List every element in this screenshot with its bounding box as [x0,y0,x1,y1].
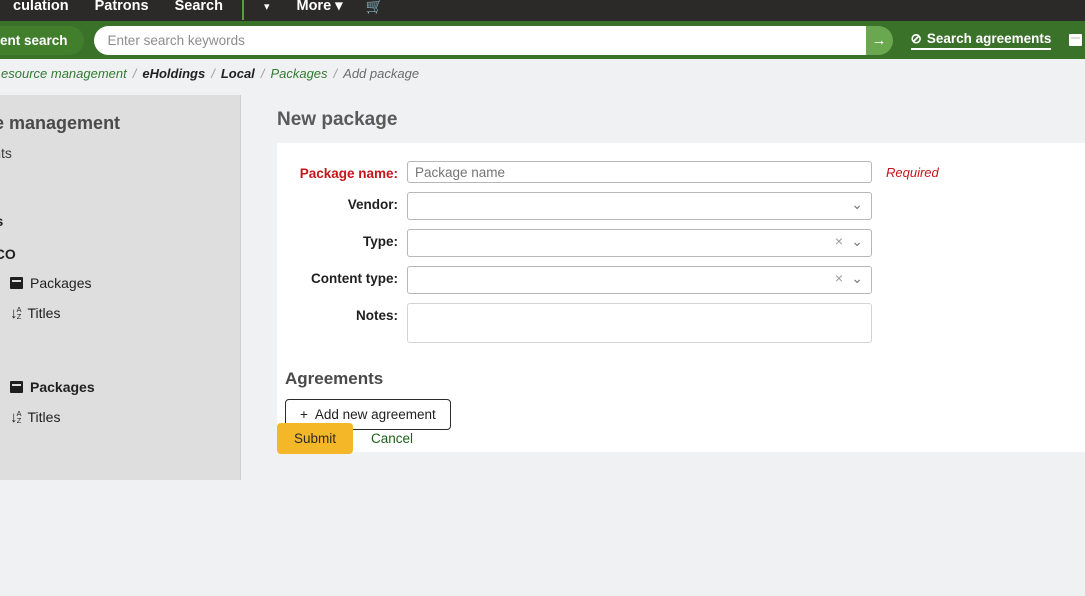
field-row-vendor: Vendor: ⌄ [277,192,1085,220]
clear-icon[interactable]: × [835,271,843,285]
main-content: New package Package name: Required Vendo… [241,87,1085,596]
breadcrumb-resource-management[interactable]: esource management [1,66,127,81]
page-title: New package [241,87,1085,141]
search-bar: ment search → ⊘ Search agreements Sea [0,21,1085,59]
notes-textarea[interactable] [407,303,872,343]
sidebar-item-local-packages[interactable]: Packages [0,372,240,402]
package-icon [10,277,23,289]
breadcrumb-separator: / [261,66,265,81]
chevron-down-icon[interactable]: ▾ [250,0,284,13]
field-row-content-type: Content type: × ⌄ [277,266,1085,294]
nav-item-circulation[interactable]: culation [0,0,82,17]
package-icon [1069,34,1082,46]
chevron-down-icon: ▾ [335,0,342,14]
search-packages-link[interactable]: Sea [1069,32,1085,48]
notes-control [407,303,872,348]
form-actions: Submit Cancel [277,423,417,454]
sidebar-item-label: Packages [30,275,91,291]
vendor-control: ⌄ [407,192,872,220]
breadcrumb-separator: / [211,66,215,81]
sidebar-item-ebsco-packages[interactable]: Packages [0,268,240,298]
breadcrumb: esource management / eHoldings / Local /… [0,59,1085,87]
breadcrumb-add-package: Add package [343,66,419,81]
sidebar-title: urce management [0,111,240,136]
search-agreements-label: Search agreements [927,31,1052,46]
breadcrumb-eholdings[interactable]: eHoldings [142,66,205,81]
search-agreements-link[interactable]: ⊘ Search agreements [911,31,1052,50]
agreements-heading: Agreements [277,357,1085,395]
content-type-label: Content type: [277,266,407,286]
add-new-agreement-label: Add new agreement [315,407,436,422]
notes-label: Notes: [277,303,407,323]
content-type-select[interactable] [407,266,872,294]
sidebar-group-local: ocal [0,342,240,372]
submit-button[interactable]: Submit [277,423,353,454]
search-scope-pill[interactable]: ment search [0,26,84,55]
type-select[interactable] [407,229,872,257]
sidebar-item-licenses[interactable]: nses [0,170,240,204]
search-input[interactable] [94,26,866,55]
breadcrumb-packages[interactable]: Packages [270,66,327,81]
search-input-wrapper [94,26,866,55]
search-submit-arrow-icon[interactable]: → [866,26,893,55]
nav-item-patrons[interactable]: Patrons [82,0,162,17]
sidebar-item-agreements[interactable]: ements [0,136,240,170]
field-row-package-name: Package name: Required [277,161,1085,183]
type-label: Type: [277,229,407,249]
titles-az-icon: ↓AZ [10,410,21,425]
vendor-select[interactable] [407,192,872,220]
type-control: × ⌄ [407,229,872,257]
shopping-cart-icon[interactable]: 🛒 [355,0,392,15]
package-name-label: Package name: [277,161,407,181]
breadcrumb-local[interactable]: Local [221,66,255,81]
field-row-notes: Notes: [277,303,1085,348]
sidebar-item-label: Titles [28,305,61,321]
sidebar-item-local-titles[interactable]: ↓AZ Titles [0,402,240,432]
sidebar-item-eholdings[interactable]: dings [0,204,240,238]
package-name-required-note: Required [886,161,939,180]
vendor-label: Vendor: [277,192,407,212]
package-name-control [407,161,872,183]
cancel-button[interactable]: Cancel [367,423,417,454]
package-icon [10,381,23,393]
breadcrumb-separator: / [334,66,338,81]
sidebar-item-ebsco-titles[interactable]: ↓AZ Titles [0,298,240,328]
titles-az-icon: ↓AZ [10,306,21,321]
nav-divider [242,0,244,20]
sidebar-item-label: Titles [28,409,61,425]
nav-more-label: More [297,0,332,14]
sidebar-item-label: Packages [30,379,95,395]
package-name-input[interactable] [407,161,872,183]
nav-item-search[interactable]: Search [162,0,236,17]
top-navigation-bar: culation Patrons Search ▾ More ▾ 🛒 [0,0,1085,21]
check-circle-icon: ⊘ [911,31,922,47]
field-row-type: Type: × ⌄ [277,229,1085,257]
nav-item-more[interactable]: More ▾ [284,0,356,17]
plus-icon: + [300,407,308,422]
content-type-control: × ⌄ [407,266,872,294]
sidebar: urce management ements nses dings EBSCO … [0,95,241,480]
new-package-form: Package name: Required Vendor: ⌄ Type: ×… [277,143,1085,452]
breadcrumb-separator: / [133,66,137,81]
clear-icon[interactable]: × [835,234,843,248]
sidebar-group-ebsco: EBSCO [0,238,240,268]
